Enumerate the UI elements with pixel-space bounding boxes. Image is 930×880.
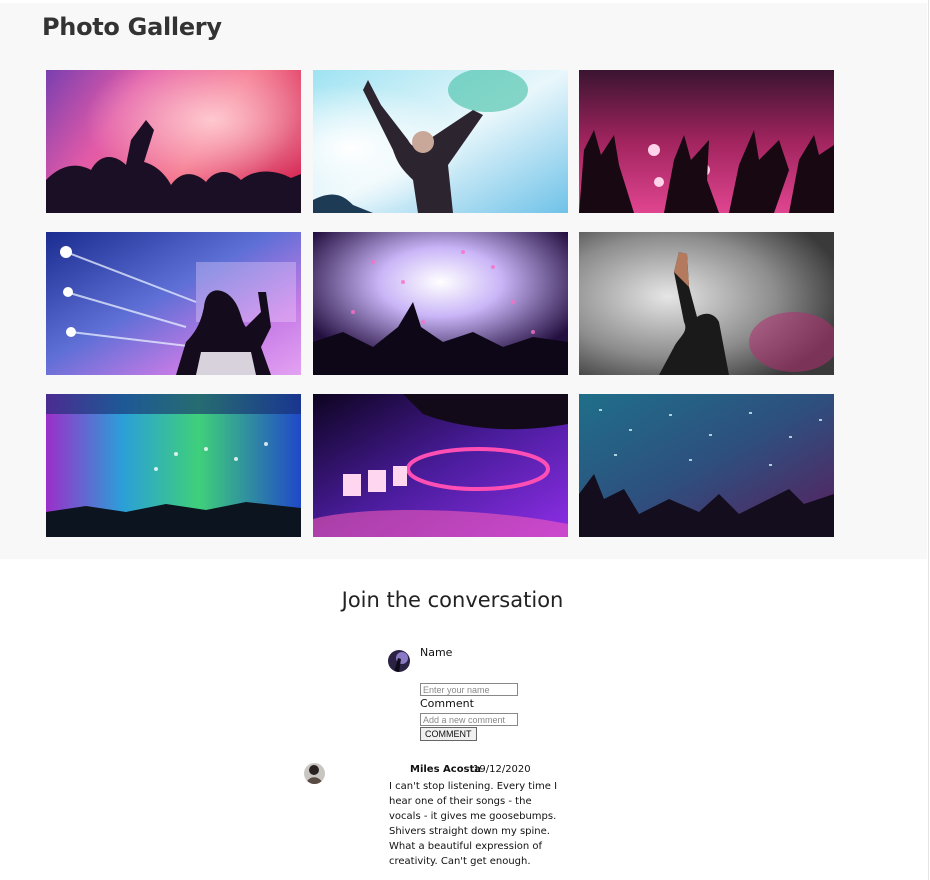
conversation-title: Join the conversation xyxy=(341,588,564,612)
concert-photo-image xyxy=(46,394,301,537)
concert-photo-image xyxy=(579,394,834,537)
comment-date: 19/12/2020 xyxy=(473,764,531,775)
page-right-border xyxy=(928,0,929,880)
photo-gallery-section: Photo Gallery xyxy=(0,3,927,559)
gallery-photo-1[interactable] xyxy=(46,70,301,213)
name-input[interactable] xyxy=(420,683,518,696)
comment-submit-button[interactable]: COMMENT xyxy=(420,727,477,741)
concert-photo-image xyxy=(313,394,568,537)
concert-photo-image xyxy=(579,232,834,375)
gallery-photo-2[interactable] xyxy=(313,70,568,213)
gallery-photo-8[interactable] xyxy=(313,394,568,537)
commenter-avatar xyxy=(304,763,325,784)
gallery-photo-3[interactable] xyxy=(579,70,834,213)
concert-photo-image xyxy=(579,70,834,213)
gallery-photo-9[interactable] xyxy=(579,394,834,537)
concert-photo-image xyxy=(313,70,568,213)
gallery-photo-5[interactable] xyxy=(313,232,568,375)
gallery-photo-7[interactable] xyxy=(46,394,301,537)
concert-photo-image xyxy=(313,232,568,375)
gallery-photo-4[interactable] xyxy=(46,232,301,375)
gallery-title: Photo Gallery xyxy=(42,13,222,41)
comment-label: Comment xyxy=(420,697,474,710)
current-user-avatar xyxy=(388,650,410,672)
gallery-photo-6[interactable] xyxy=(579,232,834,375)
comment-text: I can't stop listening. Every time I hea… xyxy=(389,781,558,867)
comment-input[interactable] xyxy=(420,713,518,726)
name-label: Name xyxy=(420,646,453,659)
comment-author: Miles Acosta xyxy=(410,764,482,775)
concert-photo-image xyxy=(46,70,301,213)
concert-photo-image xyxy=(46,232,301,375)
